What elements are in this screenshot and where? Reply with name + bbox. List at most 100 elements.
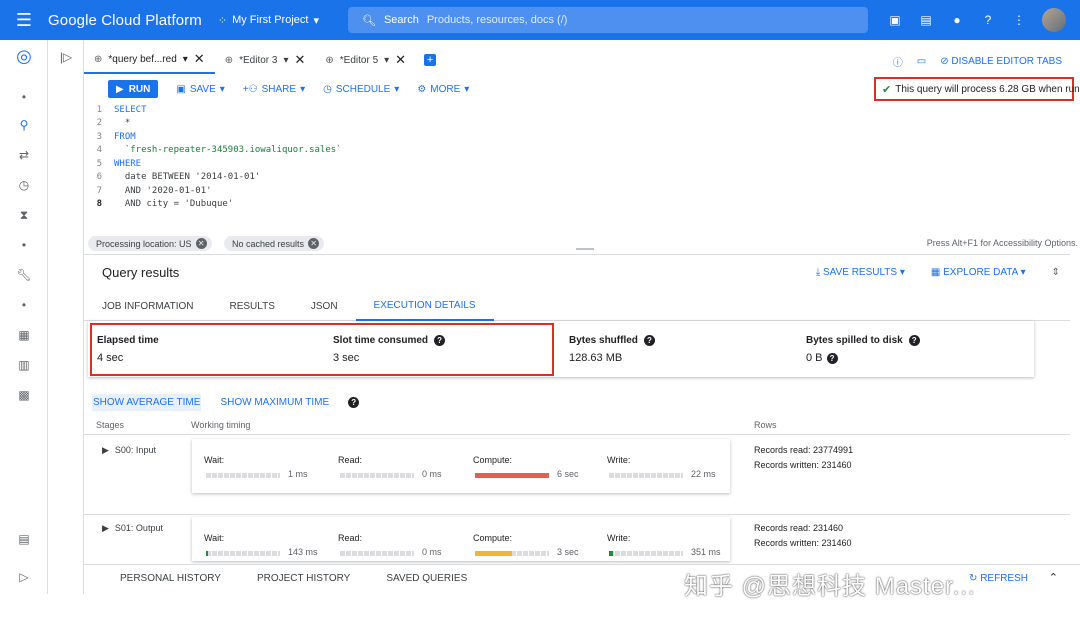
validator-text: This query will process 6.28 GB when run… [895,83,1080,95]
share-label: SHARE [261,83,297,95]
personal-history-tab[interactable]: PERSONAL HISTORY [120,573,221,584]
code-line: 2 * [84,118,131,131]
stage-toggle[interactable]: ▶ S01: Output [102,523,163,534]
show-average-time-button[interactable]: SHOW AVERAGE TIME [92,394,202,411]
collapse-nav-icon[interactable]: ▷ [0,570,48,584]
top-app-bar: ☰ Google Cloud Platform ⁘ My First Proje… [0,0,1080,40]
expand-collapse-icon[interactable]: ⇕ [1052,267,1060,278]
chevron-down-icon[interactable]: ▾ [183,54,188,65]
records-read: Records read: 231460 [754,523,844,533]
results-title: Query results [102,265,180,280]
project-history-tab[interactable]: PROJECT HISTORY [257,573,350,584]
save-results-button[interactable]: ⤓ SAVE RESULTS ▾ [816,267,905,278]
release-notes-icon[interactable]: ▤ [0,532,48,546]
stage-toggle[interactable]: ▶ S00: Input [102,445,156,456]
help-icon[interactable]: ? [826,352,838,364]
gift-icon[interactable]: ▣ [887,13,903,27]
line-number: 6 [96,172,102,182]
close-icon[interactable]: ✕ [308,238,320,249]
explore-data-label: EXPLORE DATA [943,267,1018,278]
clock-icon[interactable]: ◷ [0,178,48,192]
metric-label: Read: [338,533,363,543]
code-text: AND city = 'Dubuque' [114,199,234,209]
chevron-down-icon: ▾ [313,14,319,27]
project-selector[interactable]: ⁘ My First Project ▾ [218,14,319,27]
cloud-shell-icon[interactable]: ▤ [918,13,934,27]
sql-editor[interactable]: 1 SELECT 2 * 3 FROM 4 `fresh-repeater-3459… [84,103,1080,233]
help-icon[interactable]: ? [908,335,920,346]
metric-bar [340,473,414,478]
bell-icon[interactable]: ● [949,13,965,27]
disable-editor-tabs-button[interactable]: ⊘ DISABLE EDITOR TABS [940,56,1062,67]
chevron-down-icon[interactable]: ▾ [283,55,288,66]
explore-data-button[interactable]: ▦ EXPLORE DATA ▾ [931,267,1026,278]
avatar[interactable] [1042,8,1066,32]
code-line: 3 FROM [84,132,136,145]
more-vert-icon[interactable]: ⋮ [1011,13,1027,27]
bytes-shuffled-stat: Bytes shuffled? 128.63 MB [569,335,655,364]
close-icon[interactable]: ✕ [395,52,406,68]
save-label: SAVE [189,83,216,95]
wait-metric: Wait: 1 ms [204,455,334,479]
transfers-icon[interactable]: ⇄ [0,148,48,162]
resize-handle[interactable] [576,248,594,250]
product-name[interactable]: Google Cloud Platform [48,12,202,29]
left-nav: ◎ • ⚲ ⇄ ◷ ⧗ • 🔧︎ • ▦ ▥ ▩ ▤ ▷ [0,40,48,594]
close-icon[interactable]: ✕ [294,52,305,68]
analytics-hub-icon[interactable]: ⧗ [0,208,48,223]
run-button[interactable]: ▶ RUN [108,80,159,98]
add-tab-icon[interactable]: + [424,54,437,66]
line-number: 5 [96,159,102,169]
metric-label: Wait: [204,455,225,465]
stage-records: Records read: 23774991 Records written: … [754,443,853,473]
tab-query-before[interactable]: ⊕ *query bef...red ▾ ✕ [84,46,215,74]
monitoring-icon[interactable]: ▦ [0,328,48,342]
help-icon[interactable]: ? [980,13,996,27]
chevron-down-icon[interactable]: ▾ [384,55,389,66]
tab-editor-3[interactable]: ⊕ *Editor 3 ▾ ✕ [215,46,316,74]
help-icon[interactable]: ? [643,335,655,346]
wrench-icon[interactable]: 🔧︎ [0,268,48,282]
records-written: Records written: 231460 [754,460,852,470]
schedule-button[interactable]: ◷ SCHEDULE ▾ [323,84,399,95]
show-maximum-time-button[interactable]: SHOW MAXIMUM TIME [219,394,330,411]
bi-engine-icon[interactable]: ▩ [0,388,48,402]
more-button[interactable]: ⚙ MORE ▾ [417,84,469,95]
chip-label: Processing location: US [96,238,192,249]
line-number: 4 [96,145,102,155]
close-icon[interactable]: ✕ [194,51,205,67]
share-button[interactable]: +⚇ SHARE ▾ [243,84,305,95]
close-icon[interactable]: ✕ [195,238,207,249]
help-icon[interactable]: ? [348,397,360,408]
stage-name: S01: Output [114,523,163,533]
tab-results[interactable]: RESULTS [211,293,292,321]
processing-location-chip[interactable]: Processing location: US ✕ [88,236,212,251]
tab-job-information[interactable]: JOB INFORMATION [84,293,211,321]
expand-explorer-icon[interactable]: |▷ [48,50,84,64]
save-button[interactable]: ▣ SAVE ▾ [176,84,224,95]
code-text: `fresh-repeater-345903.iowaliquor.sales` [114,145,342,155]
stages-header: Stages Working timing Rows [84,415,1070,435]
accessibility-hint: Press Alt+F1 for Accessibility Options. [926,238,1078,248]
metric-value: 1 ms [288,469,308,479]
check-circle-icon: ✔ [882,83,892,96]
tab-execution-details[interactable]: EXECUTION DETAILS [355,293,494,321]
chevron-up-icon[interactable]: ⌃ [1049,571,1058,584]
timing-column-header: Working timing [191,420,251,430]
dot-icon: • [21,298,27,312]
capacity-icon[interactable]: ▥ [0,358,48,372]
tab-editor-5[interactable]: ⊕ *Editor 5 ▾ ✕ [315,46,416,74]
search-label: Search [383,14,419,26]
menu-icon[interactable]: ☰ [0,10,48,31]
code-text: date BETWEEN '2014-01-01' [114,172,261,182]
refresh-button[interactable]: ↻ REFRESH [969,573,1028,584]
saved-queries-tab[interactable]: SAVED QUERIES [386,573,467,584]
search-bar[interactable]: 🔍︎ Search Products, resources, docs (/) [348,7,868,33]
cached-results-chip[interactable]: No cached results ✕ [224,236,325,251]
tab-json[interactable]: JSON [293,293,356,321]
bigquery-icon[interactable]: ◎ [0,46,48,67]
keyboard-icon[interactable]: ▭ [917,56,926,67]
search-nav-icon[interactable]: ⚲ [0,118,48,132]
editor-tabs: ⊕ *query bef...red ▾ ✕ ⊕ *Editor 3 ▾ ✕ ⊕… [84,46,437,74]
info-icon[interactable]: ⓘ [893,54,903,69]
